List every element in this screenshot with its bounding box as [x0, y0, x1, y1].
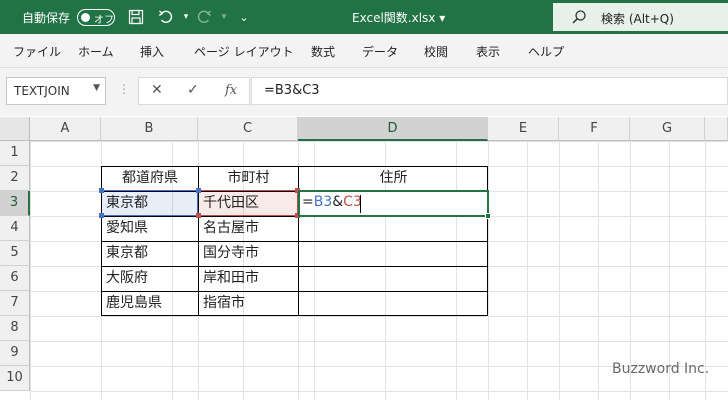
text-cursor — [360, 195, 361, 213]
cell-c5[interactable]: 国分寺市 — [199, 241, 298, 266]
tab-data[interactable]: データ — [362, 43, 398, 60]
name-box[interactable]: TEXTJOIN ▼ — [6, 77, 106, 105]
tab-review[interactable]: 校閲 — [424, 43, 448, 60]
column-header-b[interactable]: B — [101, 117, 198, 141]
toggle-knob — [81, 13, 90, 22]
search-label: 検索 (Alt+Q) — [601, 12, 674, 26]
tab-view[interactable]: 表示 — [476, 43, 500, 60]
row-header-3[interactable]: 3 — [0, 191, 30, 216]
tab-home[interactable]: ホーム — [78, 43, 114, 60]
save-icon[interactable] — [126, 6, 146, 28]
cell-c3[interactable]: 千代田区 — [199, 191, 298, 216]
tab-insert[interactable]: 挿入 — [140, 43, 164, 60]
cell-c2[interactable]: 市町村 — [199, 166, 298, 191]
formula-text: =B3&C3 — [264, 83, 320, 98]
column-header-d[interactable]: D — [298, 117, 488, 141]
customize-toolbar-icon[interactable]: ⌄ — [234, 6, 254, 28]
cell-b6[interactable]: 大阪府 — [102, 266, 198, 291]
row-header-1[interactable]: 1 — [0, 141, 30, 166]
formula-input[interactable]: =B3&C3 — [251, 77, 728, 105]
cell-b7[interactable]: 鹿児島県 — [102, 291, 198, 316]
formula-ref-b3: B3 — [313, 194, 333, 210]
cell-c4[interactable]: 名古屋市 — [199, 216, 298, 241]
column-header-g[interactable]: G — [630, 117, 705, 141]
row-header-4[interactable]: 4 — [0, 216, 30, 241]
search-box[interactable]: 検索 (Alt+Q) — [553, 3, 728, 31]
cell-b4[interactable]: 愛知県 — [102, 216, 198, 241]
column-header-c[interactable]: C — [198, 117, 298, 141]
file-name[interactable]: Excel関数.xlsx ▾ — [352, 9, 445, 26]
row-header-10[interactable]: 10 — [0, 366, 30, 391]
insert-function-icon[interactable]: fx — [225, 83, 237, 98]
undo-icon[interactable] — [156, 6, 176, 28]
tab-help[interactable]: ヘルプ — [528, 43, 564, 60]
row-header-9[interactable]: 9 — [0, 341, 30, 366]
tab-page-layout[interactable]: ページ レイアウト — [194, 43, 294, 60]
cell-c6[interactable]: 岸和田市 — [199, 266, 298, 291]
select-all-corner[interactable] — [0, 117, 30, 141]
column-header-f[interactable]: F — [559, 117, 630, 141]
more-options-icon[interactable]: ⋮ — [118, 82, 130, 96]
formula-prefix: = — [302, 194, 314, 210]
name-box-value: TEXTJOIN — [14, 84, 70, 98]
formula-operator: & — [332, 194, 344, 210]
grid-line — [559, 141, 560, 400]
column-header-e[interactable]: E — [488, 117, 559, 141]
row-header-6[interactable]: 6 — [0, 266, 30, 291]
column-header-a[interactable]: A — [30, 117, 101, 141]
column-header-h[interactable] — [705, 117, 728, 141]
autosave-label: 自動保存 — [22, 11, 71, 25]
watermark: Buzzword Inc. — [612, 361, 710, 377]
row-header-7[interactable]: 7 — [0, 291, 30, 316]
cell-b5[interactable]: 東京都 — [102, 241, 198, 266]
cell-b3[interactable]: 東京都 — [102, 191, 198, 216]
cell-d2[interactable]: 住所 — [299, 166, 488, 191]
tab-file[interactable]: ファイル — [13, 43, 61, 60]
search-icon — [572, 10, 586, 24]
row-header-2[interactable]: 2 — [0, 166, 30, 191]
cell-c7[interactable]: 指宿市 — [199, 291, 298, 316]
cancel-icon[interactable]: ✕ — [151, 82, 163, 98]
file-name-caret: ▾ — [439, 11, 446, 25]
active-cell-d3[interactable]: =B3&C3 — [298, 190, 491, 219]
autosave-toggle[interactable]: オフ — [77, 9, 115, 26]
title-bar: 自動保存 オフ ▾ ▾ ⌄ Excel関数.xlsx ▾ 検索 (Alt+Q) — [0, 0, 728, 34]
undo-dropdown-icon[interactable]: ▾ — [176, 6, 196, 28]
formula-controls: ✕ ✓ fx — [138, 77, 250, 105]
row-header-8[interactable]: 8 — [0, 316, 30, 341]
enter-icon[interactable]: ✓ — [187, 82, 199, 98]
grid-line — [488, 141, 489, 400]
chevron-down-icon[interactable]: ▼ — [93, 83, 100, 93]
redo-dropdown-icon[interactable]: ▾ — [214, 6, 234, 28]
autosave-state: オフ — [94, 15, 114, 26]
tab-formulas[interactable]: 数式 — [311, 43, 335, 60]
cell-b2[interactable]: 都道府県 — [102, 166, 198, 191]
formula-bar: TEXTJOIN ▼ ⋮ ✕ ✓ fx =B3&C3 — [0, 68, 728, 116]
cell-edit-text: =B3&C3 — [302, 194, 362, 210]
file-name-text: Excel関数.xlsx — [352, 11, 436, 25]
ribbon-tabs: ファイル ホーム 挿入 ページ レイアウト 数式 データ 校閲 表示 ヘルプ — [0, 34, 728, 68]
row-header-5[interactable]: 5 — [0, 241, 30, 266]
redo-icon[interactable] — [194, 6, 214, 28]
fill-handle[interactable] — [485, 213, 491, 219]
